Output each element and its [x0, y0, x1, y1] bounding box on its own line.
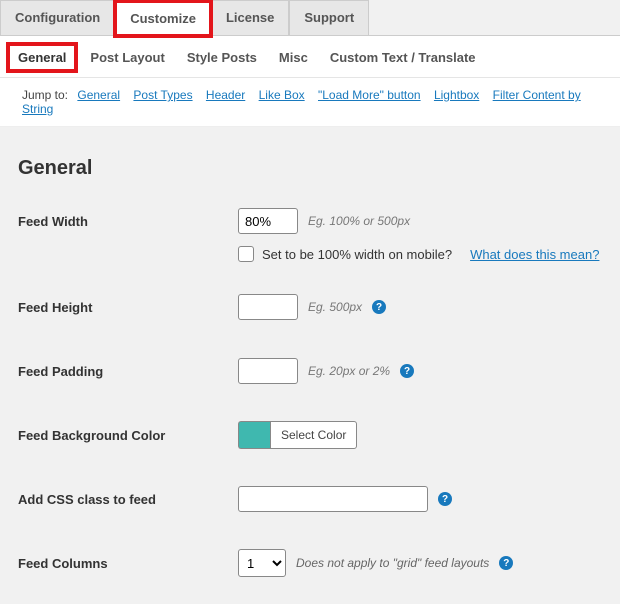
select-color-button[interactable]: Select Color — [270, 421, 357, 449]
row-feed-width: Feed Width Eg. 100% or 500px — [18, 206, 602, 236]
checkbox-mobile-100[interactable] — [238, 246, 254, 262]
hint-feed-columns: Does not apply to "grid" feed layouts — [296, 556, 489, 570]
tab-license[interactable]: License — [211, 0, 289, 35]
input-feed-height[interactable] — [238, 294, 298, 320]
label-feed-padding: Feed Padding — [18, 364, 238, 379]
input-css-class[interactable] — [238, 486, 428, 512]
jump-post-types[interactable]: Post Types — [133, 88, 192, 102]
color-swatch[interactable] — [238, 421, 270, 449]
settings-content: General Feed Width Eg. 100% or 500px Set… — [0, 127, 620, 604]
secondary-tabs: General Post Layout Style Posts Misc Cus… — [0, 36, 620, 78]
tab-support[interactable]: Support — [289, 0, 369, 35]
label-bg-color: Feed Background Color — [18, 428, 238, 443]
row-feed-columns: Feed Columns 1 Does not apply to "grid" … — [18, 548, 602, 578]
help-icon[interactable]: ? — [400, 364, 414, 378]
row-css-class: Add CSS class to feed ? — [18, 484, 602, 514]
label-feed-height: Feed Height — [18, 300, 238, 315]
help-icon[interactable]: ? — [372, 300, 386, 314]
select-feed-columns[interactable]: 1 — [238, 549, 286, 577]
help-icon[interactable]: ? — [499, 556, 513, 570]
jump-load-more[interactable]: "Load More" button — [318, 88, 421, 102]
hint-feed-height: Eg. 500px — [308, 300, 362, 314]
subtab-general[interactable]: General — [8, 44, 76, 71]
label-css-class: Add CSS class to feed — [18, 492, 238, 507]
jump-lead: Jump to: — [22, 88, 68, 102]
label-mobile-100: Set to be 100% width on mobile? — [262, 247, 452, 262]
row-feed-height: Feed Height Eg. 500px ? — [18, 292, 602, 322]
primary-tabs: Configuration Customize License Support — [0, 0, 620, 36]
hint-feed-width: Eg. 100% or 500px — [308, 214, 410, 228]
hint-feed-padding: Eg. 20px or 2% — [308, 364, 390, 378]
row-bg-color: Feed Background Color Select Color — [18, 420, 602, 450]
row-mobile-width: Set to be 100% width on mobile? What doe… — [238, 246, 602, 262]
subtab-post-layout[interactable]: Post Layout — [90, 50, 164, 65]
jump-to-bar: Jump to: General Post Types Header Like … — [0, 78, 620, 127]
jump-like-box[interactable]: Like Box — [259, 88, 305, 102]
subtab-misc[interactable]: Misc — [279, 50, 308, 65]
help-icon[interactable]: ? — [438, 492, 452, 506]
tab-customize[interactable]: Customize — [115, 1, 211, 36]
jump-lightbox[interactable]: Lightbox — [434, 88, 479, 102]
color-picker: Select Color — [238, 421, 357, 449]
jump-header[interactable]: Header — [206, 88, 245, 102]
input-feed-width[interactable] — [238, 208, 298, 234]
jump-general[interactable]: General — [77, 88, 120, 102]
input-feed-padding[interactable] — [238, 358, 298, 384]
section-title-general: General — [18, 157, 602, 180]
row-feed-padding: Feed Padding Eg. 20px or 2% ? — [18, 356, 602, 386]
subtab-style-posts[interactable]: Style Posts — [187, 50, 257, 65]
label-feed-width: Feed Width — [18, 214, 238, 229]
subtab-custom-text[interactable]: Custom Text / Translate — [330, 50, 476, 65]
label-feed-columns: Feed Columns — [18, 556, 238, 571]
link-what-does-this-mean[interactable]: What does this mean? — [470, 247, 599, 262]
tab-configuration[interactable]: Configuration — [0, 0, 115, 35]
